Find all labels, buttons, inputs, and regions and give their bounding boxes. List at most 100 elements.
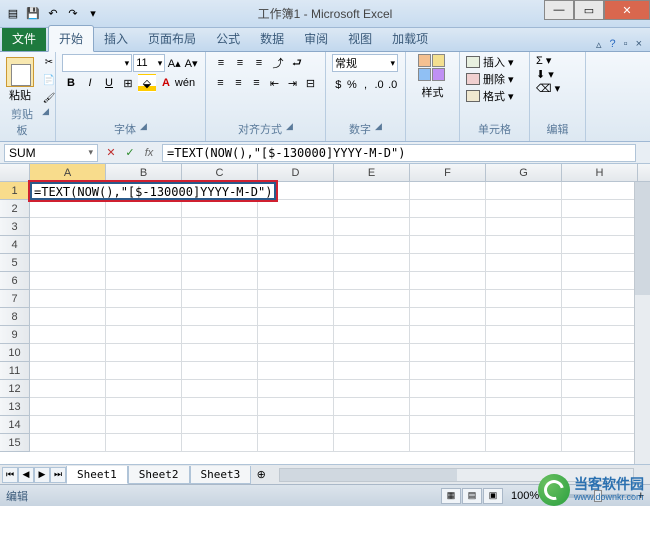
- number-dialog-launcher[interactable]: ◢: [375, 121, 382, 137]
- cell[interactable]: [30, 290, 106, 308]
- cell[interactable]: [486, 416, 562, 434]
- cell[interactable]: [182, 326, 258, 344]
- insert-cells-button[interactable]: 插入 ▾: [466, 54, 523, 70]
- cell[interactable]: [106, 380, 182, 398]
- cell[interactable]: [410, 182, 486, 200]
- row-header-3[interactable]: 3: [0, 218, 30, 236]
- cell[interactable]: [334, 254, 410, 272]
- cell[interactable]: [106, 200, 182, 218]
- cell[interactable]: [334, 200, 410, 218]
- sheet-last-button[interactable]: ⏭: [50, 467, 66, 483]
- cell[interactable]: [106, 308, 182, 326]
- paste-button[interactable]: 粘贴: [6, 57, 34, 103]
- column-header-h[interactable]: H: [562, 164, 638, 181]
- cell[interactable]: [562, 236, 638, 254]
- cell[interactable]: [30, 254, 106, 272]
- qat-customize[interactable]: ▾: [84, 5, 102, 23]
- tab-data[interactable]: 数据: [250, 26, 294, 51]
- sheet-next-button[interactable]: ▶: [34, 467, 50, 483]
- cell[interactable]: [30, 434, 106, 452]
- cell[interactable]: [258, 344, 334, 362]
- cell[interactable]: [486, 344, 562, 362]
- cell[interactable]: [258, 218, 334, 236]
- font-size-combo[interactable]: 11▾: [133, 54, 165, 72]
- cell[interactable]: [562, 416, 638, 434]
- tab-file[interactable]: 文件: [2, 26, 46, 51]
- active-cell-editor[interactable]: =TEXT(NOW(),"[$-130000]YYYY-M-D"): [30, 182, 276, 200]
- percent-button[interactable]: %: [346, 76, 359, 94]
- cell[interactable]: [410, 344, 486, 362]
- cell[interactable]: [562, 326, 638, 344]
- row-header-13[interactable]: 13: [0, 398, 30, 416]
- shrink-font-button[interactable]: A▾: [183, 54, 199, 72]
- cell[interactable]: [486, 362, 562, 380]
- column-header-f[interactable]: F: [410, 164, 486, 181]
- row-header-1[interactable]: 1: [0, 182, 30, 200]
- cell[interactable]: [106, 290, 182, 308]
- cell[interactable]: [258, 362, 334, 380]
- row-header-2[interactable]: 2: [0, 200, 30, 218]
- cell[interactable]: [258, 380, 334, 398]
- normal-view-button[interactable]: ▦: [441, 488, 461, 504]
- clear-button[interactable]: ⌫ ▾: [536, 82, 579, 95]
- vertical-scrollbar[interactable]: [634, 182, 650, 464]
- sheet-first-button[interactable]: ⏮: [2, 467, 18, 483]
- cell[interactable]: [410, 398, 486, 416]
- align-bottom-button[interactable]: ≡: [250, 54, 268, 72]
- sheet-tab-3[interactable]: Sheet3: [190, 466, 252, 484]
- cell[interactable]: [334, 308, 410, 326]
- cell[interactable]: [334, 182, 410, 200]
- cell[interactable]: [258, 200, 334, 218]
- cell[interactable]: [182, 398, 258, 416]
- cell[interactable]: [106, 434, 182, 452]
- maximize-button[interactable]: ▭: [574, 0, 604, 20]
- cell[interactable]: [334, 218, 410, 236]
- increase-indent-button[interactable]: ⇥: [284, 74, 301, 92]
- row-header-5[interactable]: 5: [0, 254, 30, 272]
- fill-color-button[interactable]: ⬙: [138, 74, 156, 92]
- row-header-7[interactable]: 7: [0, 290, 30, 308]
- autosum-button[interactable]: Σ ▾: [536, 54, 579, 67]
- decrease-indent-button[interactable]: ⇤: [266, 74, 283, 92]
- row-header-9[interactable]: 9: [0, 326, 30, 344]
- minimize-button[interactable]: —: [544, 0, 574, 20]
- phonetic-button[interactable]: wén: [176, 74, 194, 92]
- delete-cells-button[interactable]: 删除 ▾: [466, 71, 523, 87]
- cell[interactable]: [486, 254, 562, 272]
- cell[interactable]: [106, 344, 182, 362]
- orientation-button[interactable]: ⤴: [269, 54, 287, 72]
- fill-button[interactable]: ⬇ ▾: [536, 68, 579, 81]
- cell[interactable]: [562, 308, 638, 326]
- cell[interactable]: [410, 290, 486, 308]
- cell[interactable]: [334, 344, 410, 362]
- bold-button[interactable]: B: [62, 74, 80, 92]
- cell[interactable]: [486, 218, 562, 236]
- cell[interactable]: [562, 272, 638, 290]
- cell[interactable]: [410, 236, 486, 254]
- cell[interactable]: [334, 326, 410, 344]
- close-button[interactable]: ✕: [604, 0, 650, 20]
- tab-formulas[interactable]: 公式: [206, 26, 250, 51]
- column-header-d[interactable]: D: [258, 164, 334, 181]
- cell[interactable]: [410, 254, 486, 272]
- merge-button[interactable]: ⊟: [302, 74, 319, 92]
- cell[interactable]: [182, 272, 258, 290]
- cell[interactable]: [410, 326, 486, 344]
- increase-decimal-button[interactable]: .0: [373, 76, 386, 94]
- cell[interactable]: [258, 326, 334, 344]
- row-header-12[interactable]: 12: [0, 380, 30, 398]
- tab-home[interactable]: 开始: [48, 25, 94, 52]
- horizontal-scroll-thumb[interactable]: [280, 469, 456, 481]
- cell[interactable]: [334, 236, 410, 254]
- comma-button[interactable]: ,: [359, 76, 372, 94]
- cell[interactable]: [258, 254, 334, 272]
- cell[interactable]: [562, 344, 638, 362]
- sheet-tab-2[interactable]: Sheet2: [128, 466, 190, 484]
- formula-input[interactable]: =TEXT(NOW(),"[$-130000]YYYY-M-D"): [162, 144, 636, 162]
- new-sheet-button[interactable]: ⊕: [251, 468, 271, 481]
- row-header-10[interactable]: 10: [0, 344, 30, 362]
- cell[interactable]: [334, 380, 410, 398]
- cell[interactable]: [258, 236, 334, 254]
- cell[interactable]: [562, 290, 638, 308]
- tab-page-layout[interactable]: 页面布局: [138, 26, 206, 51]
